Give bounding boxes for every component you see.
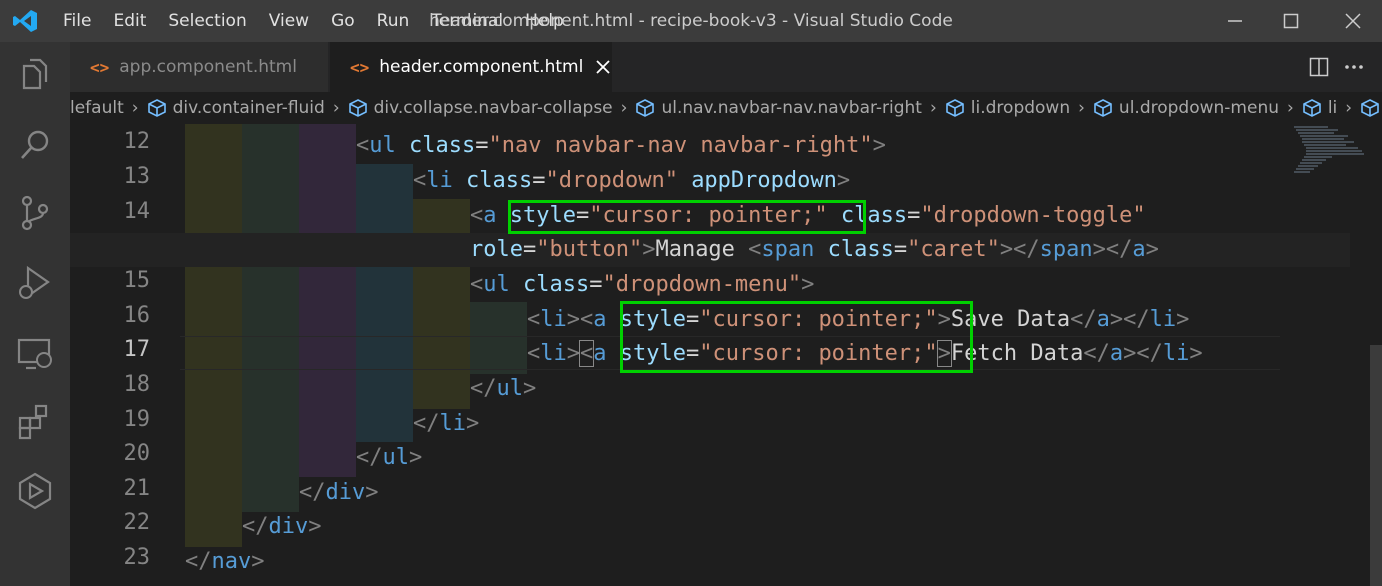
line-number: 16 [123, 303, 151, 328]
code-line: </div> [242, 514, 322, 539]
code-line: </div> [299, 480, 379, 505]
indent-guide [413, 199, 470, 409]
title-bar: File Edit Selection View Go Run Terminal… [0, 0, 1382, 42]
symbol-element-icon [1361, 99, 1379, 117]
line-number: 12 [123, 129, 151, 154]
breadcrumb-item[interactable]: a [1360, 98, 1382, 118]
minimize-button[interactable] [1206, 0, 1264, 42]
tab-header-component[interactable]: <> header.component.html [330, 42, 612, 92]
menu-file[interactable]: File [52, 11, 102, 31]
tab-label: app.component.html [119, 57, 297, 77]
breadcrumb-item[interactable]: li [1302, 98, 1337, 118]
line-number: 19 [123, 407, 151, 432]
chevron-right-icon: › [929, 98, 937, 118]
symbol-element-icon [1303, 99, 1321, 117]
line-number-active: 17 [123, 337, 151, 362]
close-icon [1345, 13, 1361, 29]
menu-selection[interactable]: Selection [157, 11, 257, 31]
line-number: 23 [123, 545, 151, 570]
line-number-gutter: 12 13 14 15 16 17 18 19 20 21 22 23 [70, 124, 180, 586]
menu-run[interactable]: Run [366, 11, 421, 31]
code-editor[interactable]: 12 13 14 15 16 17 18 19 20 21 22 23 <ul … [70, 124, 1382, 586]
code-line: </ul> [356, 445, 423, 470]
tab-bar: <> app.component.html <> header.componen… [70, 42, 1382, 92]
symbol-element-icon [945, 99, 964, 117]
source-control-icon[interactable] [14, 192, 56, 234]
close-tab-icon[interactable] [595, 59, 611, 75]
html-file-icon: <> [90, 57, 110, 77]
symbol-element-icon [1094, 99, 1112, 117]
breadcrumb-item[interactable]: lefault [70, 98, 124, 118]
indent-guide [356, 164, 413, 442]
code-line: </ul> [470, 376, 537, 401]
menu-go[interactable]: Go [320, 11, 366, 31]
breadcrumb-item[interactable]: li.dropdown [945, 98, 1070, 118]
minimap[interactable] [1288, 124, 1370, 184]
line-number: 18 [123, 372, 151, 397]
html-file-icon: <> [350, 57, 370, 77]
scrollbar-thumb[interactable] [1370, 345, 1382, 586]
code-line: </nav> [185, 549, 265, 574]
split-editor-icon[interactable] [1309, 57, 1329, 77]
chevron-right-icon: › [1345, 98, 1353, 118]
line-number: 21 [123, 476, 151, 501]
breadcrumb-item[interactable]: div.container-fluid [147, 98, 325, 118]
highlight-box [508, 200, 866, 234]
chevron-right-icon: › [1078, 98, 1085, 118]
symbol-element-icon [636, 99, 655, 117]
line-number: 14 [123, 199, 151, 224]
breadcrumb: lefault › div.container-fluid › div.coll… [70, 92, 1382, 124]
minimize-icon [1228, 20, 1242, 22]
menu-view[interactable]: View [258, 11, 320, 31]
vscode-logo-icon[interactable] [12, 8, 38, 34]
maximize-icon [1283, 13, 1299, 29]
code-line: role="button">Manage <span class="caret"… [470, 237, 1159, 262]
tab-label: header.component.html [379, 57, 584, 77]
remote-explorer-icon[interactable] [14, 332, 56, 374]
menu-edit[interactable]: Edit [102, 11, 157, 31]
indent-guide [242, 124, 299, 512]
symbol-element-icon [147, 99, 166, 117]
activity-bar [0, 42, 70, 586]
code-line: <li class="dropdown" appDropdown> [413, 168, 851, 193]
extensions-icon[interactable] [14, 400, 56, 442]
breadcrumb-item[interactable]: ul.dropdown-menu [1093, 98, 1279, 118]
symbol-element-icon [348, 99, 367, 117]
chevron-right-icon: › [620, 98, 628, 118]
line-number: 15 [123, 268, 151, 293]
code-line: <ul class="nav navbar-nav navbar-right"> [356, 133, 886, 158]
more-actions-icon[interactable] [1343, 57, 1365, 77]
explorer-icon[interactable] [14, 54, 56, 96]
window-title: header.component.html - recipe-book-v3 -… [429, 11, 953, 31]
line-number: 20 [123, 441, 151, 466]
breadcrumb-item[interactable]: ul.nav.navbar-nav.navbar-right [635, 98, 922, 118]
indent-guide [299, 124, 356, 477]
live-share-icon[interactable] [14, 470, 56, 512]
search-icon[interactable] [14, 124, 56, 166]
breadcrumb-item[interactable]: div.collapse.navbar-collapse [348, 98, 613, 118]
chevron-right-icon: › [1287, 98, 1294, 118]
close-window-button[interactable] [1324, 0, 1382, 42]
run-debug-icon[interactable] [14, 262, 56, 304]
line-number: 13 [123, 164, 151, 189]
tab-app-component[interactable]: <> app.component.html [70, 42, 328, 92]
line-number: 22 [123, 510, 151, 535]
chevron-right-icon: › [332, 98, 340, 118]
maximize-button[interactable] [1262, 0, 1320, 42]
code-line: </li> [413, 411, 480, 436]
chevron-right-icon: › [131, 98, 139, 118]
code-line: <ul class="dropdown-menu"> [470, 272, 815, 297]
highlight-box [620, 301, 973, 373]
